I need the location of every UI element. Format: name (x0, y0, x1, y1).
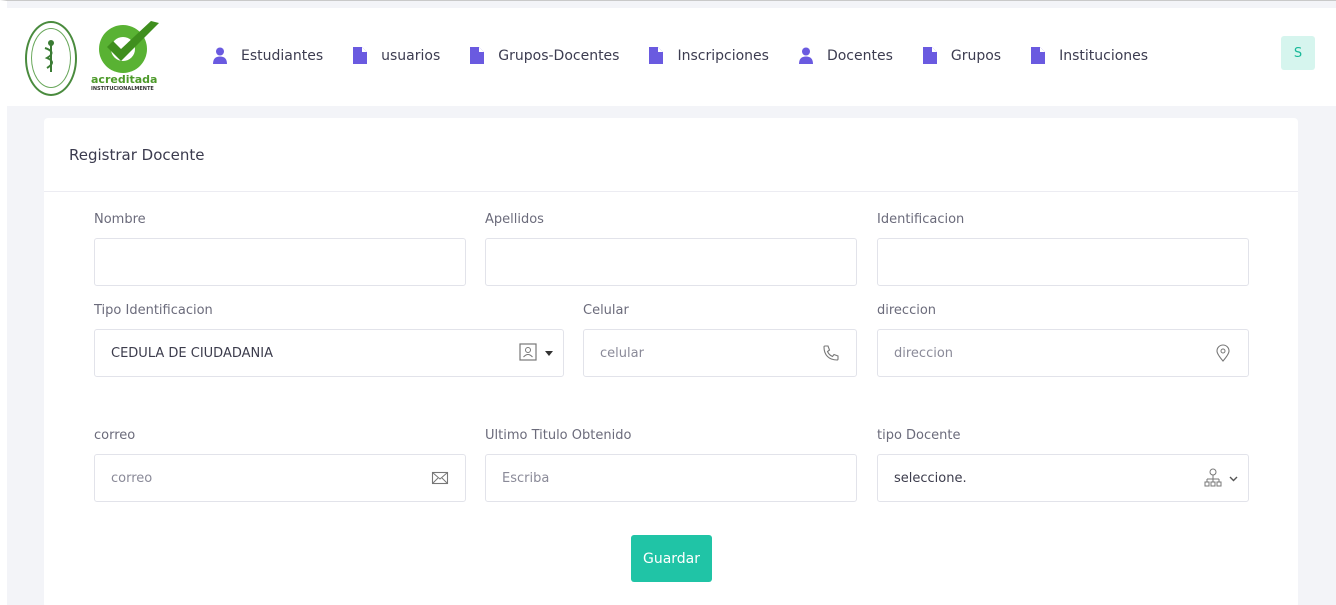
apellidos-label: Apellidos (485, 212, 544, 227)
identificacion-label: Identificacion (877, 212, 965, 227)
apellidos-field[interactable] (485, 238, 857, 286)
celular-placeholder: celular (600, 345, 644, 361)
chevron-down-icon (545, 346, 553, 356)
file-icon (470, 47, 485, 64)
nav-item-label: Inscripciones (677, 47, 769, 64)
direccion-placeholder: direccion (894, 345, 954, 361)
user-avatar-button[interactable]: S (1281, 36, 1315, 70)
nav-item-label: Estudiantes (241, 47, 324, 64)
file-icon (922, 47, 937, 64)
acreditada-logo-text: acreditada (91, 73, 158, 86)
titulo-label: Ultimo Titulo Obtenido (485, 428, 632, 443)
file-icon (1031, 47, 1046, 64)
card-header: Registrar Docente (44, 118, 1298, 192)
save-button[interactable]: Guardar (631, 535, 712, 582)
file-icon (649, 47, 664, 64)
identificacion-field[interactable] (877, 238, 1249, 286)
user-icon (213, 47, 227, 64)
nav-item-instituciones[interactable]: Instituciones (1031, 47, 1148, 64)
direccion-field[interactable]: direccion (877, 329, 1249, 377)
acreditada-logo-subtext: INSTITUCIONALMENTE (91, 86, 154, 92)
celular-field[interactable]: celular (583, 329, 857, 377)
nav-item-inscripciones[interactable]: Inscripciones (649, 47, 769, 64)
nav-item-label: Docentes (826, 47, 893, 64)
nav-item-grupos[interactable]: Grupos (922, 47, 1002, 64)
direccion-label: direccion (877, 303, 937, 318)
nav-item-label: Instituciones (1059, 47, 1149, 64)
nav-item-grupos-docentes[interactable]: Grupos-Docentes (470, 47, 619, 64)
nombre-field[interactable] (94, 238, 466, 286)
registrar-docente-card: Registrar Docente Nombre Apellidos Ident… (44, 118, 1298, 605)
nav-item-label: Grupos-Docentes (498, 47, 620, 64)
tipo-identificacion-selected: CEDULA DE CIUDADANIA (111, 345, 273, 361)
tipo-identificacion-select[interactable]: CEDULA DE CIUDADANIA (94, 329, 564, 377)
titulo-field[interactable]: Escriba (485, 454, 857, 502)
nombre-label: Nombre (94, 212, 146, 227)
logo-group: acreditada INSTITUCIONALMENTE (25, 18, 171, 98)
celular-label: Celular (583, 303, 629, 318)
envelope-icon (431, 469, 449, 487)
chevron-down-icon (1229, 472, 1238, 482)
correo-field[interactable]: correo (94, 454, 466, 502)
correo-placeholder: correo (111, 470, 153, 486)
id-card-icon (519, 343, 537, 361)
phone-icon (822, 344, 840, 362)
nav-item-label: Grupos (950, 47, 1002, 64)
institution-seal-logo (25, 20, 77, 96)
tipo-docente-selected: seleccione. (894, 470, 967, 486)
top-navbar: acreditada INSTITUCIONALMENTE Estudiante… (7, 8, 1336, 106)
nav-item-label: usuarios (381, 47, 441, 64)
nav-item-docentes[interactable]: Docentes (798, 47, 893, 64)
nav-item-estudiantes[interactable]: Estudiantes (213, 47, 323, 64)
hierarchy-icon (1204, 468, 1222, 488)
user-icon (798, 47, 813, 64)
acreditada-logo: acreditada INSTITUCIONALMENTE (91, 19, 171, 97)
tipo-docente-label: tipo Docente (877, 428, 961, 443)
page-title: Registrar Docente (69, 145, 205, 164)
titulo-placeholder: Escriba (502, 470, 550, 486)
map-pin-icon (1214, 344, 1232, 362)
tipo-docente-select[interactable]: seleccione. (877, 454, 1249, 502)
correo-label: correo (94, 428, 136, 443)
nav-item-usuarios[interactable]: usuarios (353, 47, 440, 64)
tipo-identificacion-label: Tipo Identificacion (94, 303, 213, 318)
main-nav: Estudiantes usuarios Grupos-Docentes Ins… (213, 47, 1178, 64)
file-icon (353, 47, 368, 64)
